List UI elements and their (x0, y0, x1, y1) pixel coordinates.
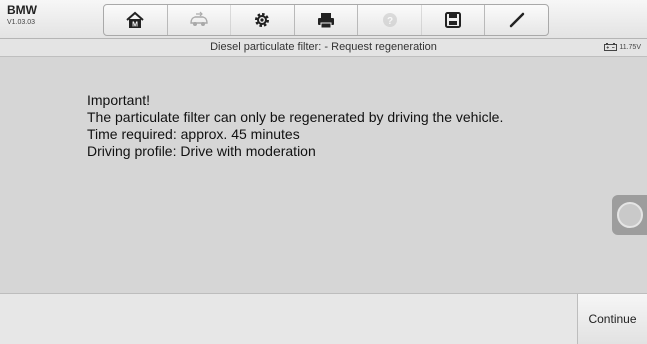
print-button[interactable] (295, 5, 359, 35)
vehicle-swap-icon (190, 11, 208, 26)
bottom-bar: Continue (0, 293, 647, 344)
message-line-4: Driving profile: Drive with moderation (87, 143, 316, 159)
battery-icon (604, 43, 618, 51)
home-button[interactable]: M (104, 5, 168, 35)
svg-text:?: ? (387, 16, 393, 27)
toolbar: M ? (103, 4, 549, 36)
print-icon (318, 13, 335, 29)
top-bar: BMW V1.03.03 M ? (0, 0, 647, 39)
message-line-3: Time required: approx. 45 minutes (87, 126, 300, 142)
help-button[interactable]: ? (358, 5, 422, 35)
settings-icon (255, 13, 270, 27)
save-icon (445, 12, 462, 28)
svg-text:M: M (132, 22, 138, 29)
edit-button[interactable] (485, 5, 548, 35)
software-version: V1.03.03 (7, 19, 36, 26)
edit-pen-icon (509, 12, 524, 28)
home-icon: M (126, 11, 144, 29)
title-bar: Diesel particulate filter: - Request reg… (0, 39, 647, 57)
battery-voltage: 11.75V (619, 43, 641, 51)
continue-button[interactable]: Continue (577, 294, 647, 344)
floating-side-handle[interactable] (612, 195, 647, 235)
vehicle-swap-button[interactable] (168, 5, 232, 35)
vehicle-info: BMW V1.03.03 (7, 4, 37, 26)
circle-icon (616, 202, 643, 228)
help-icon: ? (382, 13, 397, 27)
save-button[interactable] (422, 5, 486, 35)
vehicle-make: BMW (7, 3, 37, 17)
settings-button[interactable] (231, 5, 295, 35)
message-line-1: Important! (87, 92, 151, 108)
battery-status: 11.75V (604, 43, 641, 51)
message-text: Important! The particulate filter can on… (87, 92, 503, 160)
page-title: Diesel particulate filter: - Request reg… (210, 41, 437, 53)
message-line-2: The particulate filter can only be regen… (87, 109, 504, 125)
